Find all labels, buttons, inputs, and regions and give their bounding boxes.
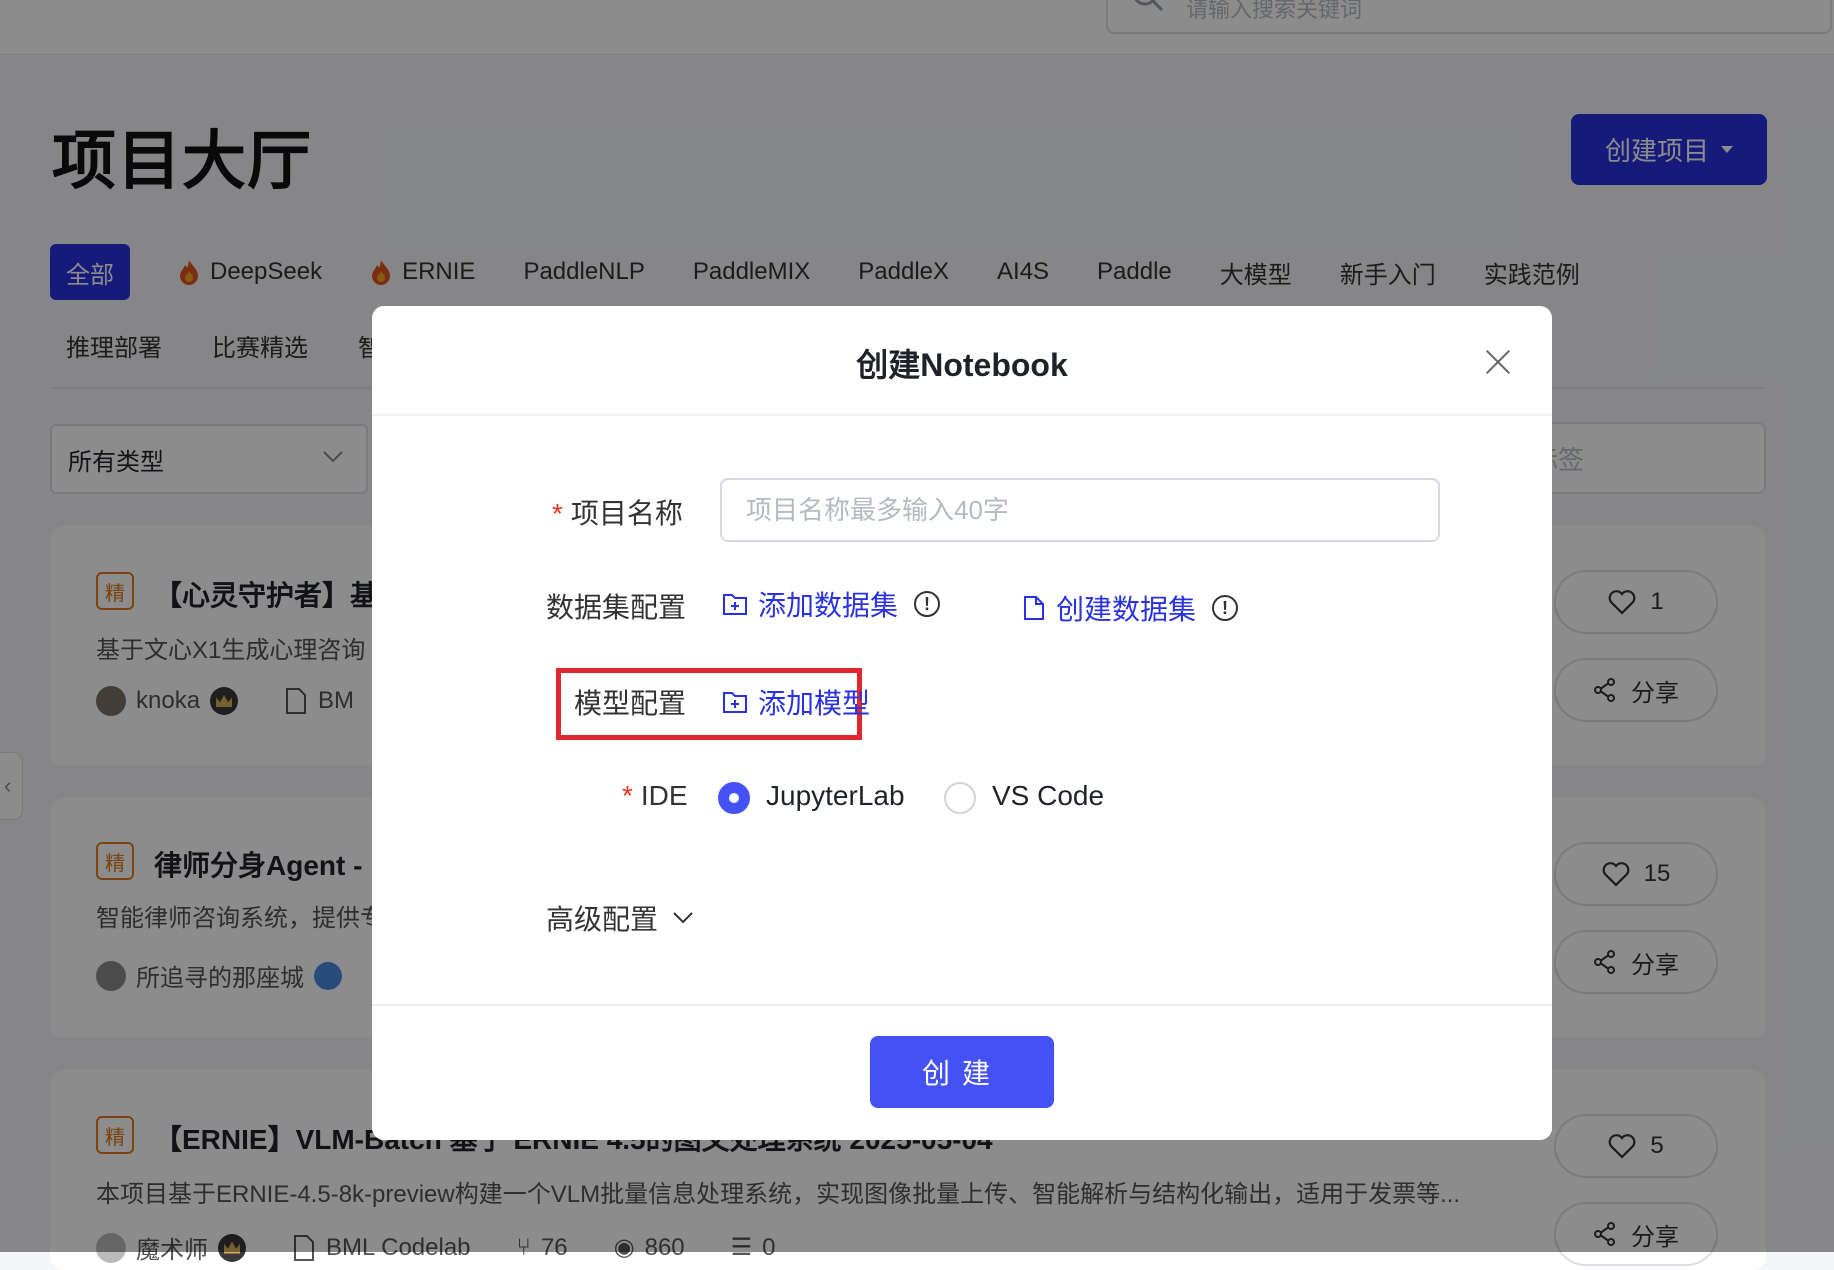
info-icon[interactable]: ! bbox=[1212, 595, 1239, 621]
dialog-title: 创建Notebook bbox=[856, 347, 1068, 383]
model-config-label: 模型配置 bbox=[574, 688, 687, 719]
create-dataset-label: 创建数据集 bbox=[1056, 594, 1197, 625]
radio-vscode[interactable] bbox=[944, 782, 976, 814]
dataset-config-label: 数据集配置 bbox=[546, 592, 687, 623]
chevron-down-icon bbox=[673, 912, 693, 924]
project-name-input[interactable] bbox=[720, 478, 1440, 542]
add-model-link[interactable]: 添加模型 bbox=[722, 682, 870, 722]
required-asterisk: * bbox=[552, 498, 563, 529]
file-icon bbox=[1024, 596, 1044, 620]
radio-jupyterlab[interactable] bbox=[718, 782, 750, 814]
add-folder-icon bbox=[723, 594, 747, 615]
project-name-label: * 项目名称 bbox=[552, 492, 683, 532]
radio-label-jupyterlab[interactable]: JupyterLab bbox=[766, 780, 905, 812]
add-dataset-link[interactable]: 添加数据集 ! bbox=[722, 584, 941, 624]
label-text: IDE bbox=[640, 780, 688, 811]
add-model-label: 添加模型 bbox=[758, 688, 871, 719]
radio-label-vscode[interactable]: VS Code bbox=[992, 780, 1104, 812]
create-dataset-link[interactable]: 创建数据集 ! bbox=[1022, 588, 1239, 628]
add-folder-icon bbox=[723, 692, 747, 713]
close-icon[interactable] bbox=[1484, 348, 1512, 376]
create-notebook-dialog: 创建Notebook *项目名称 数据集配置 添加数据集 ! 创建数据集 ! 模… bbox=[372, 306, 1552, 1140]
advanced-config-label: 高级配置 bbox=[546, 904, 659, 935]
advanced-config-toggle[interactable]: 高级配置 bbox=[546, 898, 694, 938]
create-button[interactable]: 创建 bbox=[870, 1036, 1054, 1108]
dialog-header: 创建Notebook bbox=[372, 306, 1552, 416]
label-text: 项目名称 bbox=[570, 498, 683, 529]
dialog-footer-divider bbox=[372, 1004, 1552, 1006]
ide-label: * IDE bbox=[622, 780, 688, 812]
add-dataset-label: 添加数据集 bbox=[758, 590, 899, 621]
required-asterisk: * bbox=[622, 780, 633, 811]
info-icon[interactable]: ! bbox=[914, 591, 941, 617]
